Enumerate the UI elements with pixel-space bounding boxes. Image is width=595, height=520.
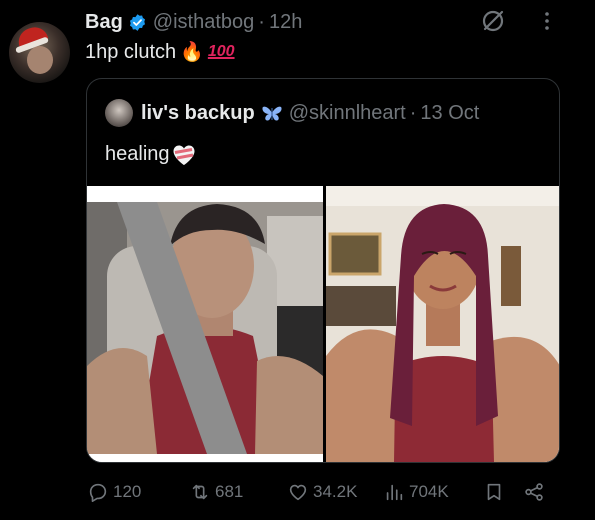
more-icon[interactable]: [536, 10, 558, 32]
hundred-emoji: 100: [207, 43, 235, 60]
action-bar: 120 681 34.2K 704K: [87, 477, 557, 507]
share-icon: [525, 483, 543, 501]
quoted-photo-right[interactable]: [326, 186, 559, 462]
photo-left-illustration: [87, 186, 323, 462]
butterfly-icon: [262, 106, 282, 121]
like-button[interactable]: 34.2K: [287, 477, 357, 507]
separator-dot: ·: [258, 10, 265, 33]
quoted-body: healing: [105, 143, 170, 165]
quoted-date[interactable]: 13 Oct: [420, 102, 479, 125]
tweet-header: Bag @isthatbog · 12h: [85, 9, 302, 35]
views-icon: [386, 484, 403, 501]
quoted-photo-left[interactable]: [87, 186, 323, 462]
quoted-avatar[interactable]: [105, 99, 133, 127]
like-count: 34.2K: [313, 482, 358, 501]
author-avatar[interactable]: [9, 22, 70, 83]
views-button[interactable]: 704K: [383, 477, 449, 507]
quoted-separator: ·: [409, 101, 417, 124]
quoted-handle[interactable]: @skinnlheart: [289, 102, 406, 125]
grok-icon[interactable]: [480, 8, 506, 34]
heart-bandage-icon: [173, 145, 195, 165]
views-count: 704K: [409, 482, 449, 501]
quoted-tweet[interactable]: liv's backup @skinnlheart · 13 Oct heali…: [86, 78, 560, 463]
tweet-text: 1hp clutch 🔥 100: [85, 40, 235, 64]
retweet-icon: [192, 484, 208, 500]
verified-icon: [129, 13, 145, 31]
quoted-text: healing: [105, 143, 196, 166]
share-button[interactable]: [523, 477, 545, 507]
post-time[interactable]: 12h: [269, 11, 302, 34]
photo-right-illustration: [326, 186, 559, 462]
reply-count: 120: [113, 482, 142, 501]
avatar-face: [27, 46, 53, 74]
quoted-header: liv's backup @skinnlheart · 13 Oct: [105, 99, 479, 127]
quoted-author-name[interactable]: liv's backup: [141, 102, 255, 125]
reply-button[interactable]: 120: [87, 477, 141, 507]
author-name[interactable]: Bag: [85, 11, 123, 34]
bookmark-icon: [487, 483, 501, 501]
author-handle[interactable]: @isthatbog: [153, 11, 254, 34]
tweet-body: 1hp clutch: [85, 40, 177, 63]
retweet-count: 681: [215, 482, 244, 501]
bookmark-button[interactable]: [483, 477, 505, 507]
like-icon: [289, 484, 307, 501]
fire-emoji: 🔥: [180, 42, 204, 63]
retweet-button[interactable]: 681: [189, 477, 243, 507]
reply-icon: [89, 483, 107, 502]
